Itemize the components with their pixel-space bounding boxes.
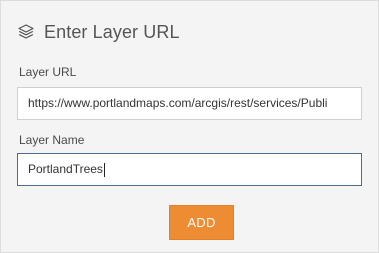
text-cursor: [103, 162, 105, 177]
layer-name-label: Layer Name: [19, 133, 85, 147]
add-layer-panel: Enter Layer URL Layer URL https://www.po…: [0, 0, 379, 253]
layer-name-value: PortlandTrees: [28, 162, 103, 176]
layer-name-input[interactable]: PortlandTrees: [17, 153, 362, 186]
layer-url-label: Layer URL: [19, 65, 77, 79]
panel-header: Enter Layer URL: [17, 19, 180, 45]
layers-icon: [17, 23, 35, 41]
layer-url-value: https://www.portlandmaps.com/arcgis/rest…: [28, 96, 328, 110]
page-title: Enter Layer URL: [44, 21, 180, 42]
add-button[interactable]: ADD: [169, 205, 234, 240]
layer-url-input[interactable]: https://www.portlandmaps.com/arcgis/rest…: [17, 87, 362, 120]
